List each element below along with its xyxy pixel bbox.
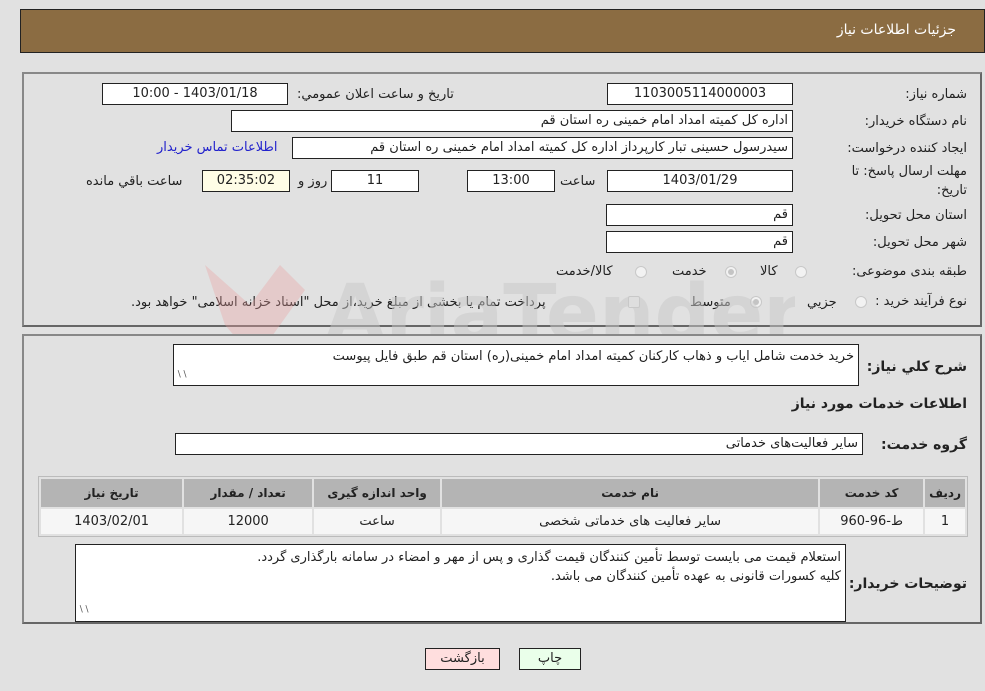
- page-title: جزئیات اطلاعات نیاز: [836, 22, 956, 38]
- table-header-row: ردیف کد خدمت نام خدمت واحد اندازه گیری ت…: [41, 479, 965, 507]
- purchase-type-label: نوع فرآیند خرید :: [875, 294, 967, 309]
- requester-field: سیدرسول حسینی تبار کارپرداز اداره کل کمی…: [292, 137, 793, 159]
- buyer-contact-link[interactable]: اطلاعات تماس خریدار: [157, 140, 277, 155]
- table-row: 1 ط-96-960 سایر فعالیت های خدماتی شخصی س…: [41, 509, 965, 534]
- delivery-city-label: شهر محل تحویل:: [872, 235, 967, 250]
- announce-datetime-label: تاریخ و ساعت اعلان عمومي:: [297, 87, 454, 102]
- buyer-notes-label: توضیحات خریدار:: [848, 576, 967, 592]
- back-button[interactable]: بازگشت: [425, 648, 500, 670]
- cell-row-number: 1: [925, 509, 965, 534]
- purchase-radio-minor[interactable]: [855, 296, 867, 308]
- remaining-label: ساعت باقي مانده: [86, 174, 183, 189]
- delivery-province-label: استان محل تحویل:: [865, 208, 967, 223]
- service-group-label: گروه خدمت:: [881, 437, 967, 453]
- services-table: ردیف کد خدمت نام خدمت واحد اندازه گیری ت…: [38, 476, 968, 537]
- description-text: خرید خدمت شامل ایاب و ذهاب کارکنان کمیته…: [332, 349, 854, 364]
- category-option-service: خدمت: [672, 264, 707, 279]
- delivery-city-field: قم: [606, 231, 793, 253]
- description-label: شرح کلي نیاز:: [866, 359, 967, 375]
- description-textarea[interactable]: خرید خدمت شامل ایاب و ذهاب کارکنان کمیته…: [173, 344, 859, 386]
- purchase-option-minor: جزيي: [807, 295, 837, 310]
- deadline-time-label: ساعت: [560, 174, 596, 189]
- category-option-goods-service: کالا/خدمت: [556, 264, 613, 279]
- deadline-label-line2: تاریخ:: [936, 183, 967, 198]
- requester-label: ایجاد کننده درخواست:: [847, 141, 967, 156]
- buyer-notes-line1: استعلام قیمت می بایست توسط تأمین کنندگان…: [257, 550, 841, 565]
- page-header: جزئیات اطلاعات نیاز: [20, 9, 985, 53]
- purchase-radio-medium[interactable]: [750, 296, 762, 308]
- treasury-note: پرداخت تمام یا بخشی از مبلغ خرید،از محل …: [131, 295, 546, 310]
- announce-datetime-field: 1403/01/18 - 10:00: [102, 83, 288, 105]
- col-header-service-name: نام خدمت: [442, 479, 819, 507]
- col-header-service-code: کد خدمت: [820, 479, 924, 507]
- col-header-row-number: ردیف: [925, 479, 965, 507]
- cell-quantity: 12000: [184, 509, 313, 534]
- deadline-label-line1: مهلت ارسال پاسخ: تا: [851, 164, 967, 179]
- col-header-need-date: تاریخ نیاز: [41, 479, 183, 507]
- buyer-notes-line2: کلیه کسورات قانونی به عهده تأمین کنندگان…: [550, 569, 841, 584]
- remaining-days-field: 11: [331, 170, 419, 192]
- col-header-unit: واحد اندازه گیری: [314, 479, 441, 507]
- delivery-province-field: قم: [606, 204, 793, 226]
- col-header-quantity: تعداد / مقدار: [184, 479, 313, 507]
- services-heading: اطلاعات خدمات مورد نیاز: [791, 396, 967, 412]
- category-radio-service[interactable]: [725, 266, 737, 278]
- category-radio-goods[interactable]: [795, 266, 807, 278]
- category-radio-goods-service[interactable]: [635, 266, 647, 278]
- buyer-org-field: اداره کل کمیته امداد امام خمینی ره استان…: [231, 110, 793, 132]
- service-group-field: سایر فعالیت‌های خدماتی: [175, 433, 863, 455]
- cell-unit: ساعت: [314, 509, 441, 534]
- resize-grip-icon[interactable]: ∖∖: [176, 367, 187, 384]
- deadline-time-field: 13:00: [467, 170, 555, 192]
- resize-grip-icon[interactable]: ∖∖: [78, 601, 89, 620]
- deadline-date-field: 1403/01/29: [607, 170, 793, 192]
- cell-need-date: 1403/02/01: [41, 509, 183, 534]
- buyer-org-label: نام دستگاه خریدار:: [864, 114, 967, 129]
- need-number-label: شماره نیاز:: [905, 87, 967, 102]
- print-button[interactable]: چاپ: [519, 648, 581, 670]
- days-label: روز و: [298, 174, 328, 189]
- category-label: طبقه بندی موضوعی:: [851, 264, 967, 279]
- treasury-checkbox[interactable]: [628, 296, 640, 308]
- remaining-time-field: 02:35:02: [202, 170, 290, 192]
- category-option-goods: کالا: [760, 264, 778, 279]
- purchase-option-medium: متوسط: [690, 295, 731, 310]
- buyer-notes-textarea[interactable]: استعلام قیمت می بایست توسط تأمین کنندگان…: [75, 544, 846, 622]
- cell-service-code: ط-96-960: [820, 509, 924, 534]
- need-number-field: 1103005114000003: [607, 83, 793, 105]
- cell-service-name: سایر فعالیت های خدماتی شخصی: [442, 509, 819, 534]
